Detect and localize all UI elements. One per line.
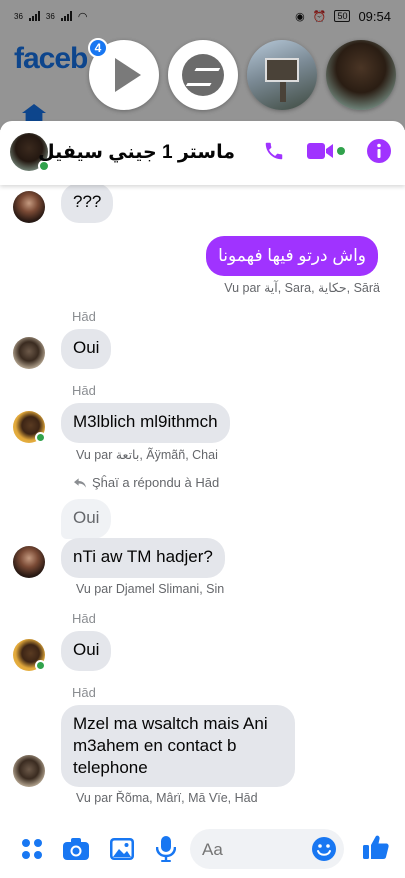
sender-name: Hād bbox=[72, 685, 96, 700]
message-bubble[interactable]: Mzel ma wsaltch mais Ani m3ahem en conta… bbox=[61, 705, 295, 787]
read-receipt: Vu par آية, Sara, حكاية, Sārä bbox=[224, 281, 380, 295]
sender-name: Hād bbox=[72, 383, 96, 398]
reply-indicator: Şĥaï a répondu à Hād bbox=[74, 475, 219, 490]
online-indicator bbox=[35, 432, 46, 443]
camera-icon[interactable] bbox=[62, 835, 90, 863]
read-receipt: Vu par Řõma, Mârï, Mā Vïe, Hād bbox=[76, 791, 258, 805]
sender-avatar[interactable] bbox=[13, 755, 45, 787]
emoji-icon[interactable] bbox=[310, 835, 338, 863]
menu-icon[interactable] bbox=[18, 835, 46, 863]
online-indicator bbox=[35, 660, 46, 671]
mic-icon[interactable] bbox=[152, 835, 180, 863]
read-receipt: Vu par باتعة, Ãÿmãñ, Chai bbox=[76, 448, 218, 462]
messenger-chat-head[interactable] bbox=[168, 40, 238, 110]
info-icon[interactable] bbox=[367, 139, 391, 163]
video-call-button[interactable] bbox=[307, 142, 345, 160]
message-input[interactable] bbox=[202, 840, 302, 860]
sender-name: Hād bbox=[72, 309, 96, 324]
play-icon bbox=[115, 58, 141, 92]
contact-chat-head[interactable] bbox=[326, 40, 396, 110]
sender-avatar[interactable] bbox=[13, 546, 45, 578]
messenger-icon bbox=[182, 54, 224, 96]
message-bubble[interactable]: Oui bbox=[61, 631, 112, 671]
quoted-message[interactable]: Oui bbox=[61, 499, 112, 539]
call-active-dot bbox=[337, 147, 345, 155]
like-icon[interactable] bbox=[362, 833, 390, 861]
sender-name: Hād bbox=[72, 611, 96, 626]
notification-badge: 4 bbox=[88, 38, 108, 58]
chat-title[interactable]: ماستر 1 جيني سيفيل bbox=[38, 141, 235, 164]
building-photo-icon bbox=[265, 58, 299, 82]
message-bubble[interactable]: ??? bbox=[61, 185, 114, 223]
building-pillar bbox=[280, 82, 286, 102]
reply-icon bbox=[74, 477, 86, 488]
message-bubble[interactable]: nTi aw TM hadjer? bbox=[61, 538, 225, 578]
reply-note-text: Şĥaï a répondu à Hād bbox=[92, 475, 220, 490]
sender-avatar[interactable] bbox=[13, 337, 45, 369]
chat-header: ماستر 1 جيني سيفيل bbox=[0, 121, 405, 185]
message-bubble[interactable]: Oui bbox=[61, 329, 112, 369]
read-receipt: Vu par Djamel Slimani, Sin bbox=[76, 582, 225, 596]
phone-icon[interactable] bbox=[263, 139, 285, 163]
group-chat-head[interactable] bbox=[247, 40, 317, 110]
sender-avatar[interactable] bbox=[13, 191, 45, 223]
gallery-icon[interactable] bbox=[108, 835, 136, 863]
video-icon bbox=[307, 142, 333, 160]
chat-heads-bar bbox=[0, 40, 405, 112]
header-actions bbox=[263, 139, 391, 163]
message-bubble[interactable]: M3lblich ml9ithmch bbox=[61, 403, 230, 443]
outgoing-message-bubble[interactable]: واش درتو فيها فهمونا bbox=[206, 236, 378, 276]
message-list[interactable]: ??? واش درتو فيها فهمونا Vu par آية, Sar… bbox=[0, 185, 405, 828]
